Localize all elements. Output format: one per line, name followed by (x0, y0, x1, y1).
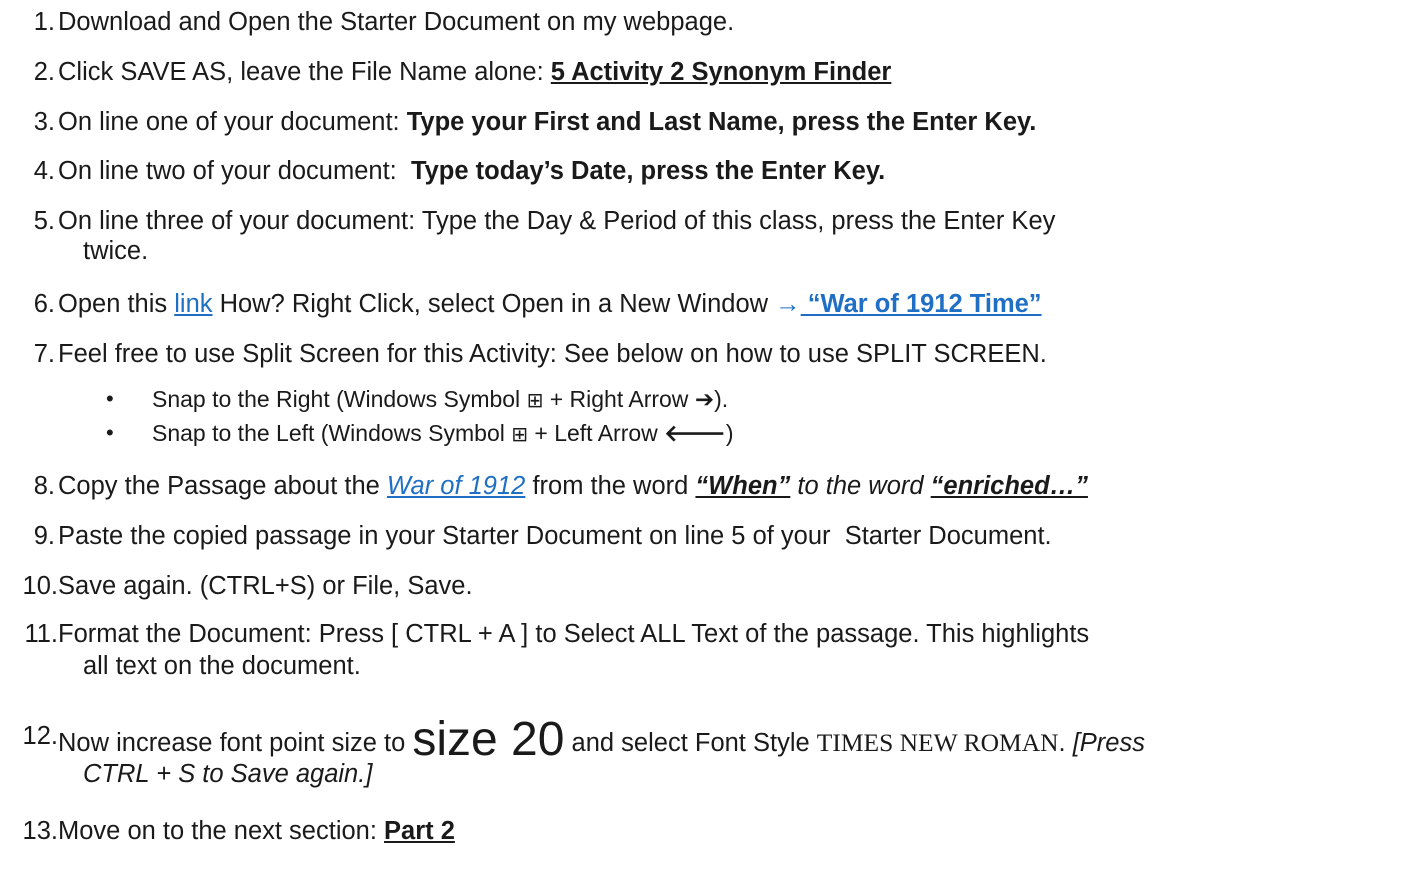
step-number: 4. (33, 157, 55, 185)
step-bold-text: Type today’s Date, press the Enter Key. (410, 157, 886, 185)
step-text: Copy the Passage about the (58, 472, 387, 500)
step-number: 5. (33, 207, 55, 235)
word-enriched: “enriched…” (930, 472, 1088, 500)
step-text: Download and Open the Starter Document o… (58, 8, 735, 36)
step-text: and select Font Style (564, 729, 817, 757)
step-text: Format the Document: Press [ CTRL + A ] … (58, 620, 1090, 648)
step-text: Save again. (CTRL+S) or File, Save. (58, 572, 473, 600)
step-number: 6. (33, 290, 55, 318)
bullet-text: + Right Arrow (543, 386, 695, 412)
step-number: 7. (33, 340, 55, 368)
war-of-1912-time-link[interactable]: “War of 1912 Time” (801, 290, 1042, 318)
step-11-continuation: all text on the document. (83, 652, 361, 680)
step-number: 1. (33, 8, 55, 36)
step-text: How? Right Click, select Open in a New W… (212, 290, 776, 318)
step-text: from the word (525, 472, 696, 500)
bullet-text: ). (714, 386, 729, 412)
step-number: 2. (33, 58, 55, 86)
step-number: 13. (22, 817, 58, 845)
word-when: “When” (695, 472, 791, 500)
step-text: to the word (790, 472, 931, 500)
step-text: Move on to the next section: (58, 817, 385, 845)
instructions-document: 1. Download and Open the Starter Documen… (0, 0, 1419, 877)
step-text: Feel free to use Split Screen for this A… (58, 340, 1047, 368)
step-number: 12. (22, 722, 58, 750)
bullet-dot: • (106, 420, 114, 445)
bullet-text: Snap to the Right (Windows Symbol (152, 386, 527, 412)
size-20-text: size 20 (412, 713, 565, 766)
bullet-dot: • (106, 386, 114, 411)
link[interactable]: link (174, 290, 212, 318)
step-number: 11. (24, 620, 58, 648)
step-12-continuation: CTRL + S to Save again.] (83, 760, 373, 788)
step-text: . (1058, 729, 1073, 757)
step-number: 8. (33, 472, 55, 500)
step-5-continuation: twice. (83, 237, 149, 265)
step-italic-text: [Press (1072, 729, 1145, 757)
bullet-text: + Left Arrow (528, 420, 665, 446)
arrow-right-icon: ➔ (694, 386, 715, 412)
step-text: On line three of your document: Type the… (58, 207, 1056, 235)
step-text: Now increase font point size to (58, 729, 413, 757)
war-of-1912-link[interactable]: War of 1912 (387, 472, 525, 500)
windows-icon: ⊞ (511, 422, 528, 446)
font-style-name: TIMES NEW ROMAN (816, 728, 1059, 757)
step-number: 3. (33, 108, 55, 136)
bullet-text: Snap to the Left (Windows Symbol (152, 420, 512, 446)
arrow-left-icon: 🡐 (664, 420, 726, 446)
step-number: 10. (22, 572, 58, 600)
bullet-text: ) (725, 420, 734, 446)
step-number: 9. (33, 522, 55, 550)
file-name: 5 Activity 2 Synonym Finder (550, 58, 892, 86)
step-text: On line one of your document: (58, 108, 407, 136)
step-bold-text: Type your First and Last Name, press the… (406, 108, 1037, 136)
arrow-right-icon: → (775, 290, 801, 318)
step-text: Open this (58, 290, 175, 318)
step-text: Paste the copied passage in your Starter… (58, 522, 1052, 550)
step-text: Click SAVE AS, leave the File Name alone… (58, 58, 551, 86)
step-text: On line two of your document: (58, 157, 411, 185)
part-2-link[interactable]: Part 2 (384, 817, 455, 845)
windows-icon: ⊞ (526, 388, 544, 412)
